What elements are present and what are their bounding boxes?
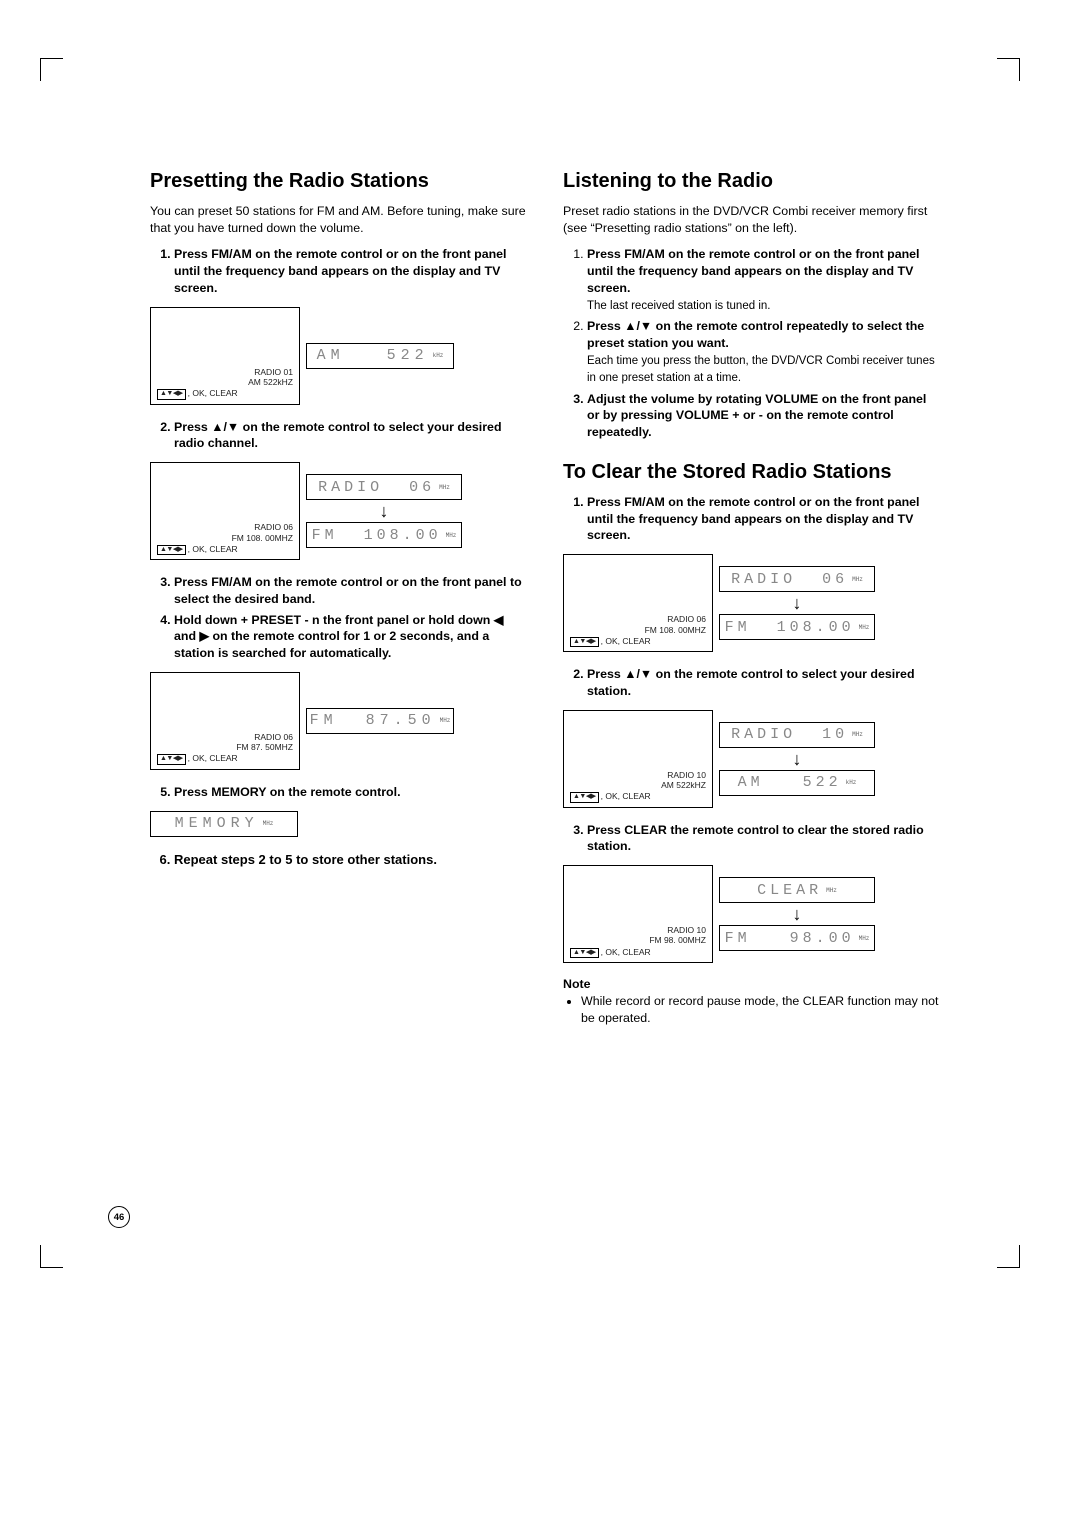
figure-clear-final: RADIO 10 FM 98. 00MHZ ▲▼◀▶, OK, CLEAR CL… [563, 865, 940, 963]
tv-line: RADIO 01 [157, 367, 293, 377]
up-down-icon: ▲/▼ [624, 667, 652, 681]
tv-line: RADIO 06 [157, 732, 293, 742]
figure-clear-radio10: RADIO 10 AM 522kHZ ▲▼◀▶, OK, CLEAR RADIO… [563, 710, 940, 808]
tv-line: FM 108. 00MHZ [157, 533, 293, 543]
listen-step-3: Adjust the volume by rotating VOLUME on … [587, 391, 940, 441]
page-body: Presetting the Radio Stations You can pr… [60, 60, 1020, 1077]
down-arrow-icon: ↓ [380, 502, 389, 520]
lcd-display-memory: MEMORYMHz [150, 811, 298, 837]
tv-screen: RADIO 10 FM 98. 00MHZ ▲▼◀▶, OK, CLEAR [563, 865, 713, 963]
right-column: Listening to the Radio Preset radio stat… [563, 170, 940, 1037]
crop-mark-bl [40, 1245, 63, 1268]
tv-nav-line: ▲▼◀▶, OK, CLEAR [570, 791, 706, 802]
figure-radio06: RADIO 06 FM 108. 00MHZ ▲▼◀▶, OK, CLEAR R… [150, 462, 527, 560]
intro-presetting: You can preset 50 stations for FM and AM… [150, 203, 527, 236]
down-arrow-icon: ↓ [793, 750, 802, 768]
right-arrow-icon: ▶ [199, 629, 209, 643]
lcd-display: CLEARMHz [719, 877, 875, 903]
listen-step-2-note: Each time you press the button, the DVD/… [587, 355, 935, 385]
tv-nav-line: ▲▼◀▶, OK, CLEAR [157, 753, 293, 764]
down-arrow-icon: ↓ [793, 594, 802, 612]
lcd-display: AM 522kHz [306, 343, 454, 369]
nav-arrows-icon: ▲▼◀▶ [570, 948, 599, 958]
tv-nav-line: ▲▼◀▶, OK, CLEAR [157, 544, 293, 555]
figure-fm8750: RADIO 06 FM 87. 50MHZ ▲▼◀▶, OK, CLEAR FM… [150, 672, 527, 770]
listen-step-2: Press ▲/▼ on the remote control repeated… [587, 318, 940, 387]
clear-step-3: Press CLEAR the remote control to clear … [587, 822, 940, 855]
tv-nav-line: ▲▼◀▶, OK, CLEAR [570, 636, 706, 647]
clear-step-1: Press FM/AM on the remote control or on … [587, 494, 940, 544]
note-item: While record or record pause mode, the C… [581, 993, 940, 1026]
preset-step-5: Press MEMORY on the remote control. [174, 784, 527, 801]
nav-arrows-icon: ▲▼◀▶ [570, 637, 599, 647]
nav-arrows-icon: ▲▼◀▶ [157, 389, 186, 399]
lcd-display: FM 108.00MHz [306, 522, 462, 548]
tv-nav-line: ▲▼◀▶, OK, CLEAR [570, 947, 706, 958]
figure-clear-radio06: RADIO 06 FM 108. 00MHZ ▲▼◀▶, OK, CLEAR R… [563, 554, 940, 652]
tv-line: FM 108. 00MHZ [570, 625, 706, 635]
lcd-display: RADIO 06MHz [306, 474, 462, 500]
lcd-display: RADIO 10MHz [719, 722, 875, 748]
tv-line: RADIO 10 [570, 770, 706, 780]
tv-line: FM 98. 00MHZ [570, 935, 706, 945]
up-down-icon: ▲/▼ [624, 319, 652, 333]
tv-line: RADIO 06 [157, 522, 293, 532]
nav-arrows-icon: ▲▼◀▶ [157, 545, 186, 555]
listen-step-1: Press FM/AM on the remote control or on … [587, 246, 940, 314]
tv-line: FM 87. 50MHZ [157, 742, 293, 752]
tv-line: RADIO 06 [570, 614, 706, 624]
nav-arrows-icon: ▲▼◀▶ [570, 792, 599, 802]
intro-listening: Preset radio stations in the DVD/VCR Com… [563, 203, 940, 236]
tv-line: AM 522kHZ [570, 780, 706, 790]
note-heading: Note [563, 977, 940, 991]
tv-screen: RADIO 06 FM 108. 00MHZ ▲▼◀▶, OK, CLEAR [563, 554, 713, 652]
preset-step-4: Hold down + PRESET - n the front panel o… [174, 612, 527, 662]
tv-nav-line: ▲▼◀▶, OK, CLEAR [157, 388, 293, 399]
tv-screen: RADIO 06 FM 108. 00MHZ ▲▼◀▶, OK, CLEAR [150, 462, 300, 560]
tv-line: RADIO 10 [570, 925, 706, 935]
lcd-display: AM 522kHz [719, 770, 875, 796]
tv-screen: RADIO 10 AM 522kHZ ▲▼◀▶, OK, CLEAR [563, 710, 713, 808]
preset-step-2: Press ▲/▼ on the remote control to selec… [174, 419, 527, 452]
preset-step-1: Press FM/AM on the remote control or on … [174, 246, 527, 296]
lcd-display: FM 108.00MHz [719, 614, 875, 640]
tv-screen: RADIO 01 AM 522kHZ ▲▼◀▶, OK, CLEAR [150, 307, 300, 405]
listen-step-1-note: The last received station is tuned in. [587, 300, 770, 312]
tv-line: AM 522kHZ [157, 377, 293, 387]
heading-listening: Listening to the Radio [563, 170, 940, 193]
down-arrow-icon: ↓ [793, 905, 802, 923]
crop-mark-tl [40, 58, 63, 81]
figure-am522: RADIO 01 AM 522kHZ ▲▼◀▶, OK, CLEAR AM 52… [150, 307, 527, 405]
left-column: Presetting the Radio Stations You can pr… [150, 170, 527, 1037]
up-down-icon: ▲/▼ [211, 420, 239, 434]
heading-presetting: Presetting the Radio Stations [150, 170, 527, 193]
left-arrow-icon: ◀ [494, 613, 504, 627]
tv-screen: RADIO 06 FM 87. 50MHZ ▲▼◀▶, OK, CLEAR [150, 672, 300, 770]
page-number: 46 [108, 1206, 130, 1228]
lcd-display: FM 87.50MHz [306, 708, 454, 734]
lcd-display: RADIO 06MHz [719, 566, 875, 592]
crop-mark-tr [997, 58, 1020, 81]
lcd-display: FM 98.00MHz [719, 925, 875, 951]
preset-step-3: Press FM/AM on the remote control or on … [174, 574, 527, 607]
heading-clear: To Clear the Stored Radio Stations [563, 461, 940, 484]
preset-step-6: Repeat steps 2 to 5 to store other stati… [174, 851, 527, 869]
nav-arrows-icon: ▲▼◀▶ [157, 754, 186, 764]
crop-mark-br [997, 1245, 1020, 1268]
clear-step-2: Press ▲/▼ on the remote control to selec… [587, 666, 940, 699]
